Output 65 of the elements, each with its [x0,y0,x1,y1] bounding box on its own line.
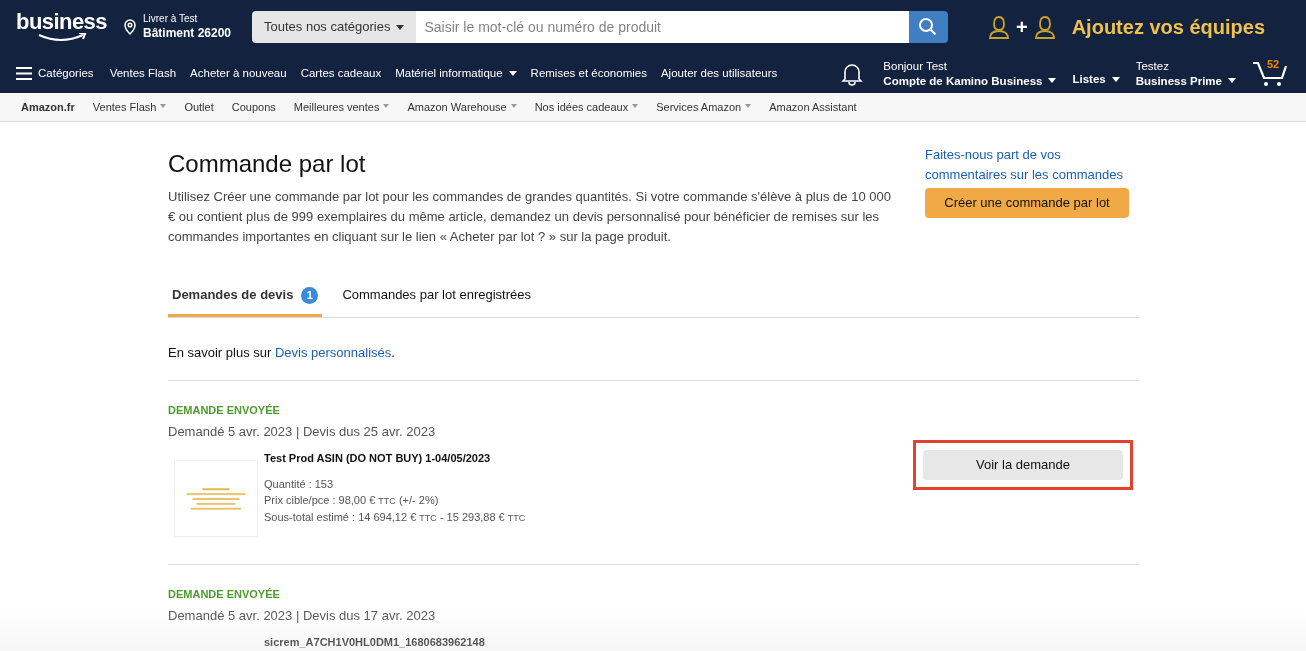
nav-link[interactable]: Acheter à nouveau [190,64,287,83]
categories-menu[interactable]: Catégories [16,64,94,83]
subnav-link[interactable]: Amazon Assistant [769,98,857,116]
add-teams-banner[interactable]: + Ajoutez vos équipes [988,12,1266,42]
caret-icon [508,71,517,76]
subnav-link[interactable]: Ventes Flash [92,98,167,116]
cart-count: 52 [1267,56,1280,72]
subnav-link[interactable]: Meilleures ventes [293,98,390,116]
caret-icon [510,103,517,108]
caret-icon [383,103,390,108]
subnav-link[interactable]: Services Amazon [656,98,752,116]
request-dates: Demandé 5 avr. 2023 | Devis dus 25 avr. 2023 [168,423,437,441]
request-status: DEMANDE ENVOYÉE [168,402,281,418]
info-text: En savoir plus sur Devis personnalisés. [168,343,1139,381]
caret-icon [632,103,639,108]
caret-icon [1228,78,1236,84]
deliver-address[interactable]: Bâtiment 26200 [143,25,232,41]
person-icon [988,15,1010,39]
account-menu[interactable]: Compte de Kamino Business [883,73,1057,88]
quantity: Quantité : 153 [264,477,335,492]
caret-icon [1111,77,1120,82]
feedback-link[interactable]: Faites-nous part de vos commentaires sur les commandes [925,145,1139,185]
page-title: Commande par lot [168,149,367,179]
search-button[interactable] [909,11,948,43]
nav-link[interactable]: Matériel informatique [395,64,517,83]
subnav-link[interactable]: Outlet [184,98,214,116]
create-batch-order-button[interactable]: Créer une commande par lot [925,188,1129,218]
product-title[interactable]: Test Prod ASIN (DO NOT BUY) 1-04/05/2023 [264,449,907,466]
caret-icon [160,103,167,108]
count-badge: 1 [301,286,319,304]
caret-icon [1048,78,1057,84]
nav-link[interactable]: Ajouter des utilisateurs [660,64,778,83]
caret-icon [745,103,752,108]
subnav-link[interactable]: Amazon.fr [21,98,75,116]
page-description: Utilisez Créer une commande par lot pour les commandes de grandes quantités. Si votre commande s'élève à plus de 10 000 € ou contient plus de 999 exemplaires du même article, demandez un devis personnalisé pour bénéficier de remises sur les commandes importantes en cliquant sur le lien « Acheter par lot ? » sur la page produit. [168,188,892,246]
tab[interactable]: Commandes par lot enregistrées [338,276,535,317]
bell-icon[interactable] [841,61,864,86]
subnav-link[interactable]: Coupons [231,98,276,116]
request-status: DEMANDE ENVOYÉE [168,586,281,602]
subnav-link[interactable]: Nos idées cadeaux [534,98,639,116]
search-icon [918,17,939,37]
estimated-subtotal: Sous-total estimé : 14 694,12 € TTC - 15 293,88 € TTC [264,510,527,525]
prime-label: Testez [1135,59,1170,74]
target-price: Prix cible/pce : 98,00 € TTC (+/- 2%) [264,493,440,508]
promo-text: Ajoutez vos équipes [1071,15,1266,40]
subnav-link[interactable]: Amazon Warehouse [407,98,517,116]
person-icon [1033,15,1056,39]
deliver-label: Livrer à Test [143,13,199,26]
nav-link[interactable]: Ventes Flash [109,64,177,83]
product-title[interactable]: sicrem_A7CH1V0HL0DM1_1680683962148 [264,633,1139,650]
caret-icon [396,24,405,30]
greeting: Bonjour Test [883,59,949,74]
menu-icon [16,67,32,80]
tab[interactable]: Demandes de devis 1 [168,276,323,317]
category-dropdown[interactable]: Toutes nos catégories [252,11,417,43]
logo[interactable]: business [16,11,107,43]
prime-menu[interactable]: Business Prime [1135,73,1236,88]
lists-menu[interactable]: Listes [1072,70,1120,89]
request-dates: Demandé 5 avr. 2023 | Devis dus 17 avr. 2023 [168,607,437,625]
location-pin-icon[interactable] [123,19,137,35]
view-request-button[interactable]: Voir la demande [923,449,1123,480]
plus-sign: + [1016,15,1028,40]
nav-link[interactable]: Cartes cadeaux [300,64,382,83]
nav-link[interactable]: Remises et économies [530,64,647,83]
search-field[interactable]: Saisir le mot-clé ou numéro de produit [416,11,909,43]
